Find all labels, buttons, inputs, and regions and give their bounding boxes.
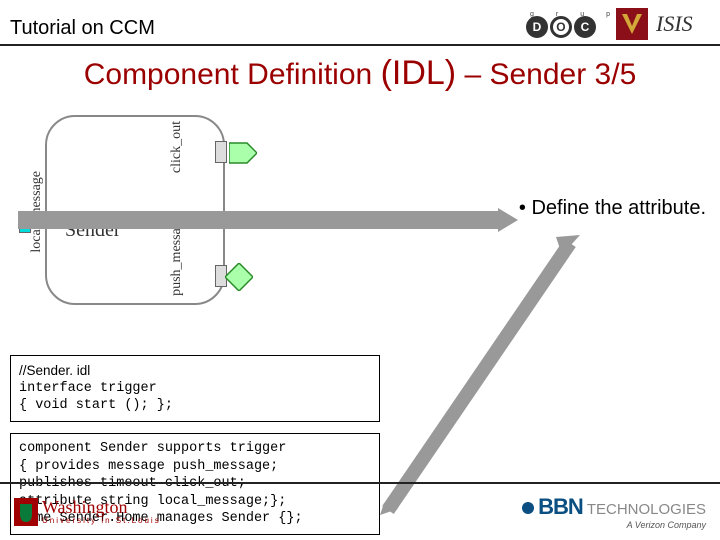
- wustl-main: Washington: [42, 499, 161, 515]
- svg-text:ISIS: ISIS: [655, 11, 693, 36]
- bbn-dot-icon: [522, 502, 534, 514]
- isis-logo-icon: ISIS: [654, 9, 710, 39]
- slide-header: Tutorial on CCM g r u p D O C ISIS: [0, 0, 720, 46]
- title-post: – Sender 3/5: [456, 58, 636, 91]
- slide-title: Component Definition (IDL) – Sender 3/5: [0, 46, 720, 105]
- code1-l3: { void start (); };: [19, 397, 371, 415]
- wustl-shield-icon: [14, 498, 38, 526]
- code-block-1: //Sender. idl interface trigger { void s…: [10, 355, 380, 422]
- doc-sup-p: p: [606, 11, 610, 18]
- code1-l1: //Sender. idl: [19, 362, 371, 380]
- header-title: Tutorial on CCM: [10, 17, 155, 40]
- code2-l2: { provides message push_message;: [19, 458, 371, 476]
- arrow-to-bullet-icon: [380, 235, 580, 515]
- doc-logo: g r u p D O C: [526, 11, 610, 38]
- wustl-sub: University in St.Louis: [42, 516, 161, 525]
- code2-l1: component Sender supports trigger: [19, 440, 371, 458]
- wustl-logo: Washington University in St.Louis: [14, 498, 161, 526]
- slide-footer: Washington University in St.Louis BBN TE…: [0, 482, 720, 540]
- pentagon-icon: [229, 139, 257, 167]
- diamond-icon: [225, 263, 253, 291]
- doc-c: C: [574, 16, 596, 38]
- arrow-icon: [18, 205, 518, 235]
- title-pre: Component Definition: [84, 58, 381, 91]
- bbn-main: BBN: [538, 494, 583, 520]
- bbn-logo: BBN TECHNOLOGIES A Verizon Company: [522, 494, 706, 530]
- bbn-tech: TECHNOLOGIES: [587, 501, 706, 518]
- header-logos: g r u p D O C ISIS: [526, 8, 710, 40]
- click-out-label: click_out: [169, 121, 185, 173]
- title-idl: (IDL): [381, 54, 457, 92]
- doc-o: O: [550, 16, 572, 38]
- click-out-port: [215, 141, 227, 163]
- content-area: Sender local_message click_out push_mess…: [0, 105, 720, 465]
- vu-shield-icon: [616, 8, 648, 40]
- bullet-text: • Define the attribute.: [519, 197, 706, 220]
- code1-l2: interface trigger: [19, 380, 371, 398]
- doc-d: D: [526, 16, 548, 38]
- bbn-sub: A Verizon Company: [522, 520, 706, 530]
